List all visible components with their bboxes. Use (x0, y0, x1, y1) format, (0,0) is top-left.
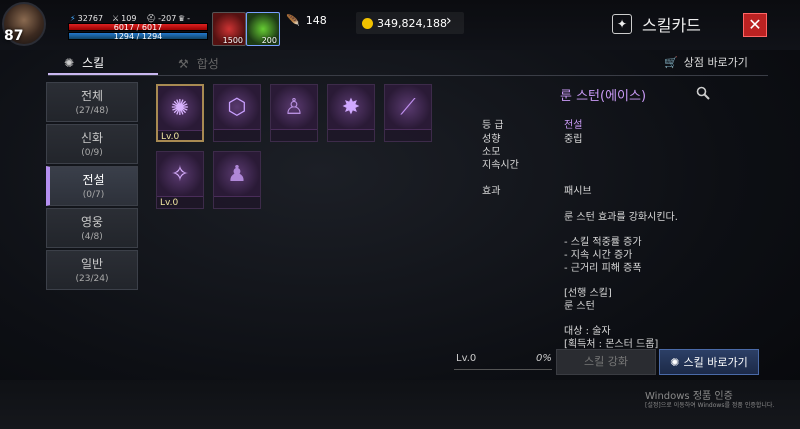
category-label: 전설 (82, 173, 105, 187)
skill-slot[interactable]: ♙ (270, 84, 318, 142)
bullet-3: - 근거리 피해 증폭 (564, 263, 642, 274)
skill-title: 룬 스턴(에이스) (560, 89, 647, 104)
mp-bar: 1294 / 1294 (68, 32, 208, 41)
trait-value: 중립 (564, 134, 583, 145)
category-hero[interactable]: 영웅 (4/8) (46, 208, 138, 248)
chevron-right-icon[interactable]: › (446, 13, 452, 29)
gold-coin-icon (362, 17, 373, 29)
category-count: (0/9) (81, 148, 103, 158)
category-mythic[interactable]: 신화 (0/9) (46, 124, 138, 164)
close-button[interactable]: ✕ (743, 13, 767, 37)
shop-shortcut-label: 상점 바로가기 (683, 56, 748, 69)
category-count: (23/24) (75, 274, 109, 284)
stat-2: ⛑ -207 (146, 14, 176, 23)
prereq-value: 룬 스턴 (564, 301, 595, 312)
swirl-icon: ✺ (158, 86, 202, 130)
power-stat: ⚡ 32767 (70, 14, 103, 23)
tab-combine-label: 합성 (196, 57, 219, 71)
category-common[interactable]: 일반 (23/24) (46, 250, 138, 290)
goto-skill-label: 스킬 바로가기 (683, 356, 748, 369)
trophy-icon: ♛ (178, 14, 186, 23)
skill-slot[interactable]: ✧ Lv.0 (156, 151, 204, 209)
mp-text: 1294 / 1294 (113, 32, 163, 41)
windows-watermark-sub: [설정]으로 이동하여 Windows를 정품 인증합니다. (645, 402, 775, 409)
category-count: (4/8) (81, 232, 103, 242)
category-label: 신화 (80, 131, 104, 145)
search-icon[interactable] (696, 86, 710, 103)
category-label: 영웅 (80, 215, 104, 229)
helmet-icon: ⛑ (146, 14, 157, 23)
effect-label: 효과 (482, 186, 501, 197)
hammer-icon: ⚒ (178, 56, 189, 71)
skill-level: Lv.0 (158, 130, 202, 143)
tab-combine[interactable]: ⚒ 합성 (162, 52, 272, 75)
stat-1-value: 109 (121, 14, 137, 23)
stat-1: ⚔ 109 (112, 14, 136, 23)
category-all[interactable]: 전체 (27/48) (46, 82, 138, 122)
sword-icon: ⚔ (112, 14, 120, 23)
category-count: (27/48) (75, 106, 109, 116)
category-label: 전체 (80, 89, 104, 103)
hp-bar: 6017 / 6017 (68, 23, 208, 32)
skill-slot[interactable]: ♟ (213, 151, 261, 209)
tab-skill[interactable]: ✺ 스킬 (48, 52, 158, 75)
window-title-text: 스킬카드 (642, 16, 701, 35)
feather-icon: 🪶 (286, 14, 300, 27)
skill-slot[interactable]: ⬡ (213, 84, 261, 142)
effect-value: 패시브 (564, 186, 592, 197)
figure-icon: ♙ (271, 85, 317, 129)
enhance-button[interactable]: 스킬 강화 (556, 349, 656, 375)
skill-slot[interactable]: ✺ Lv.0 (156, 84, 204, 142)
spiral-icon: ✺ (64, 55, 75, 70)
grade-value: 전설 (564, 120, 583, 131)
power-value: 32767 (77, 14, 104, 23)
stat-3: ♛ - (178, 14, 190, 23)
duration-label: 지속시간 (482, 160, 519, 171)
skill-description: 룬 스턴 효과를 강화시킨다. (564, 212, 678, 223)
gold-value: 349,824,188 (377, 16, 447, 30)
category-legend[interactable]: 전설 (0/7) (46, 166, 138, 206)
grade-label: 등 급 (482, 120, 504, 131)
power-icon: ⚡ (70, 14, 76, 23)
skill-level (214, 196, 260, 197)
skill-card-icon: ✦ (612, 14, 632, 34)
burst-icon: ✸ (328, 85, 374, 129)
progress-level: Lv.0 (456, 353, 477, 364)
tab-skill-label: 스킬 (82, 56, 105, 70)
category-label: 일반 (80, 257, 104, 271)
shop-icon: 🛒 (664, 55, 678, 69)
category-count: (0/7) (82, 190, 105, 200)
herb-slot[interactable]: 200 (246, 12, 280, 46)
source-text: [획득처 : 몬스터 드롭] (564, 339, 659, 350)
skill-level (214, 129, 260, 130)
skill-level: Lv.0 (157, 196, 203, 209)
potion-count: 1500 (222, 36, 243, 45)
skill-slot[interactable]: ✸ (327, 84, 375, 142)
player-level: 87 (4, 28, 24, 44)
cube-icon: ⬡ (214, 85, 260, 129)
window-title: ✦ 스킬카드 (612, 12, 701, 36)
skill-level (385, 129, 431, 130)
skill-slot[interactable]: ⟋ (384, 84, 432, 142)
tab-bar: ✺ 스킬 ⚒ 합성 (48, 52, 768, 76)
goto-skill-button[interactable]: ✺ 스킬 바로가기 (659, 349, 759, 375)
blade-icon: ⟋ (385, 85, 431, 129)
spiral-icon: ✺ (670, 355, 680, 369)
hp-text: 6017 / 6017 (113, 23, 163, 32)
stat-3-value: - (187, 14, 191, 23)
progress-percent: 0% (536, 353, 552, 364)
sparkles-icon: ✧ (157, 152, 203, 196)
shop-shortcut-button[interactable]: 🛒 상점 바로가기 (664, 54, 748, 70)
skill-level (328, 129, 374, 130)
silhouette-icon: ♟ (214, 152, 260, 196)
potion-slot[interactable]: 1500 (212, 12, 246, 46)
skill-level (271, 129, 317, 130)
feather-value: 148 (305, 14, 327, 27)
feather-currency: 🪶 148 (286, 14, 327, 27)
herb-count: 200 (261, 36, 277, 45)
stat-2-value: -207 (158, 14, 177, 23)
